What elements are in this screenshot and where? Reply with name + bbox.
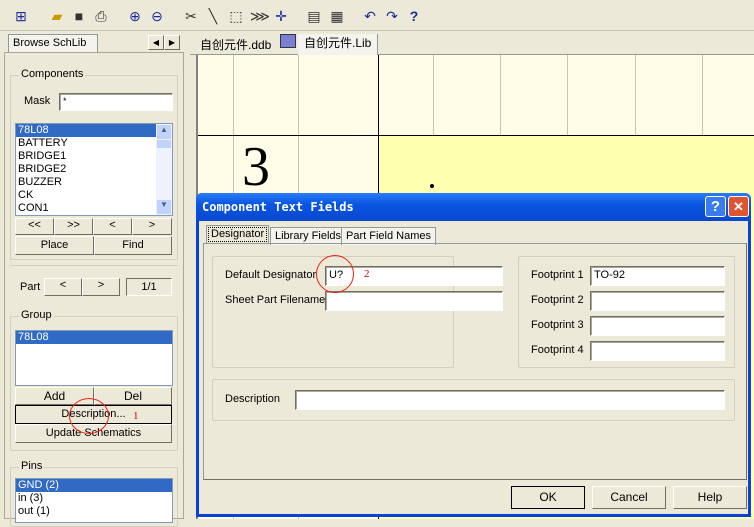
scroll-down-icon[interactable]: ▼ [157, 200, 171, 214]
scrollbar[interactable]: ▲ ▼ [156, 124, 172, 215]
part-label: Part [20, 281, 41, 293]
zoom-out-icon[interactable]: ⊖ [148, 7, 166, 25]
help-icon[interactable]: ? [705, 196, 726, 217]
list-item[interactable]: CON1 [16, 202, 172, 215]
undo-icon[interactable]: ↶ [361, 7, 379, 25]
part-prev-button[interactable]: < [44, 278, 82, 296]
hierarchy-icon[interactable]: ⊞ [12, 7, 30, 25]
component-text-fields-dialog: Component Text Fields ? ✕ Designator Lib… [196, 193, 751, 517]
pins-title: Pins [19, 460, 45, 472]
redo-icon[interactable]: ↷ [383, 7, 401, 25]
save-icon[interactable]: ■ [70, 7, 88, 25]
next-button[interactable]: > [132, 218, 172, 235]
annotation-number: 1 [133, 410, 139, 422]
footprint-1-label: Footprint 1 [531, 269, 584, 281]
place-button[interactable]: Place [15, 236, 94, 255]
prev-button[interactable]: < [93, 218, 132, 235]
cancel-button[interactable]: Cancel [592, 486, 666, 509]
description-label: Description [225, 393, 281, 405]
part-count: 1/1 [126, 278, 172, 296]
mask-label: Mask [24, 95, 51, 107]
pins-list[interactable]: GND (2) in (3) out (1) [15, 478, 173, 523]
list-item[interactable]: 78L08 [16, 331, 172, 344]
document-tabs: 自创元件.ddb 自创元件.Lib [190, 33, 754, 55]
part-next-button[interactable]: > [82, 278, 120, 296]
list-item[interactable]: in (3) [16, 492, 172, 505]
tab-scroll-left-button[interactable]: ◀ [148, 35, 164, 50]
list-item[interactable]: BUZZER [16, 176, 172, 189]
list-item[interactable]: BATTERY [16, 137, 172, 150]
annotation-circle [69, 398, 109, 434]
select-rect-icon[interactable]: ⬚ [227, 7, 245, 25]
list-item[interactable]: out (1) [16, 505, 172, 518]
close-icon[interactable]: ✕ [728, 196, 749, 217]
deselect-icon[interactable]: ⋙ [250, 7, 270, 25]
group-title: Group [19, 309, 54, 321]
grid-label: 3 [242, 136, 270, 198]
move-icon[interactable]: ✛ [272, 7, 290, 25]
library-file-icon [280, 34, 296, 48]
components-title: Components [19, 68, 86, 80]
tab-browse-schlib[interactable]: Browse SchLib [8, 34, 98, 52]
first-button[interactable]: << [15, 218, 54, 235]
list-item[interactable]: CK [16, 189, 172, 202]
del-button[interactable]: Del [94, 387, 172, 405]
tab-ddb[interactable]: 自创元件.ddb [196, 37, 275, 55]
tab-designator[interactable]: Designator [206, 225, 270, 244]
find-button[interactable]: Find [94, 236, 172, 255]
scroll-thumb[interactable] [157, 140, 171, 148]
footprint-1-input[interactable]: TO-92 [590, 266, 725, 286]
sheet-part-filename-input[interactable] [325, 291, 503, 311]
footprint-2-label: Footprint 2 [531, 294, 584, 306]
component-icon[interactable]: ▦ [328, 7, 346, 25]
default-designator-label: Default Designator [225, 269, 317, 281]
mask-input[interactable]: * [59, 93, 173, 111]
zoom-in-icon[interactable]: ⊕ [126, 7, 144, 25]
component-list[interactable]: 78L08 BATTERY BRIDGE1 BRIDGE2 BUZZER CK … [15, 123, 173, 216]
list-item[interactable]: 78L08 [16, 124, 156, 137]
list-item[interactable]: BRIDGE2 [16, 163, 172, 176]
footprint-4-label: Footprint 4 [531, 344, 584, 356]
scroll-up-icon[interactable]: ▲ [157, 125, 171, 139]
footprint-3-label: Footprint 3 [531, 319, 584, 331]
cut-wire-icon[interactable]: ✂ [182, 7, 200, 25]
pin-dot [430, 184, 434, 188]
sheet-part-filename-label: Sheet Part Filename [225, 294, 326, 306]
annotation-circle [316, 255, 354, 293]
tab-lib[interactable]: 自创元件.Lib [298, 34, 379, 55]
help-button[interactable]: Help [673, 486, 747, 509]
list-item[interactable]: BRIDGE1 [16, 150, 172, 163]
open-folder-icon[interactable]: ▰ [48, 7, 66, 25]
print-icon[interactable]: ⎙ [92, 7, 110, 25]
list-item[interactable]: GND (2) [16, 479, 172, 492]
footprint-2-input[interactable] [590, 291, 725, 311]
description-input[interactable] [295, 390, 725, 410]
last-button[interactable]: >> [54, 218, 93, 235]
draw-line-icon[interactable]: ╲ [204, 7, 222, 25]
toolbar: ⊞ ▰ ■ ⎙ ⊕ ⊖ ✂ ╲ ⬚ ⋙ ✛ ▤ ▦ ↶ ↷ ? [0, 0, 754, 31]
footprint-3-input[interactable] [590, 316, 725, 336]
toolbox-icon[interactable]: ▤ [305, 7, 323, 25]
ok-button[interactable]: OK [511, 486, 585, 509]
help-icon[interactable]: ? [405, 7, 423, 25]
group-list[interactable]: 78L08 [15, 330, 173, 386]
footprint-4-input[interactable] [590, 341, 725, 361]
dialog-title: Component Text Fields [196, 193, 751, 221]
tab-scroll-right-button[interactable]: ▶ [164, 35, 180, 50]
annotation-number: 2 [364, 268, 370, 280]
